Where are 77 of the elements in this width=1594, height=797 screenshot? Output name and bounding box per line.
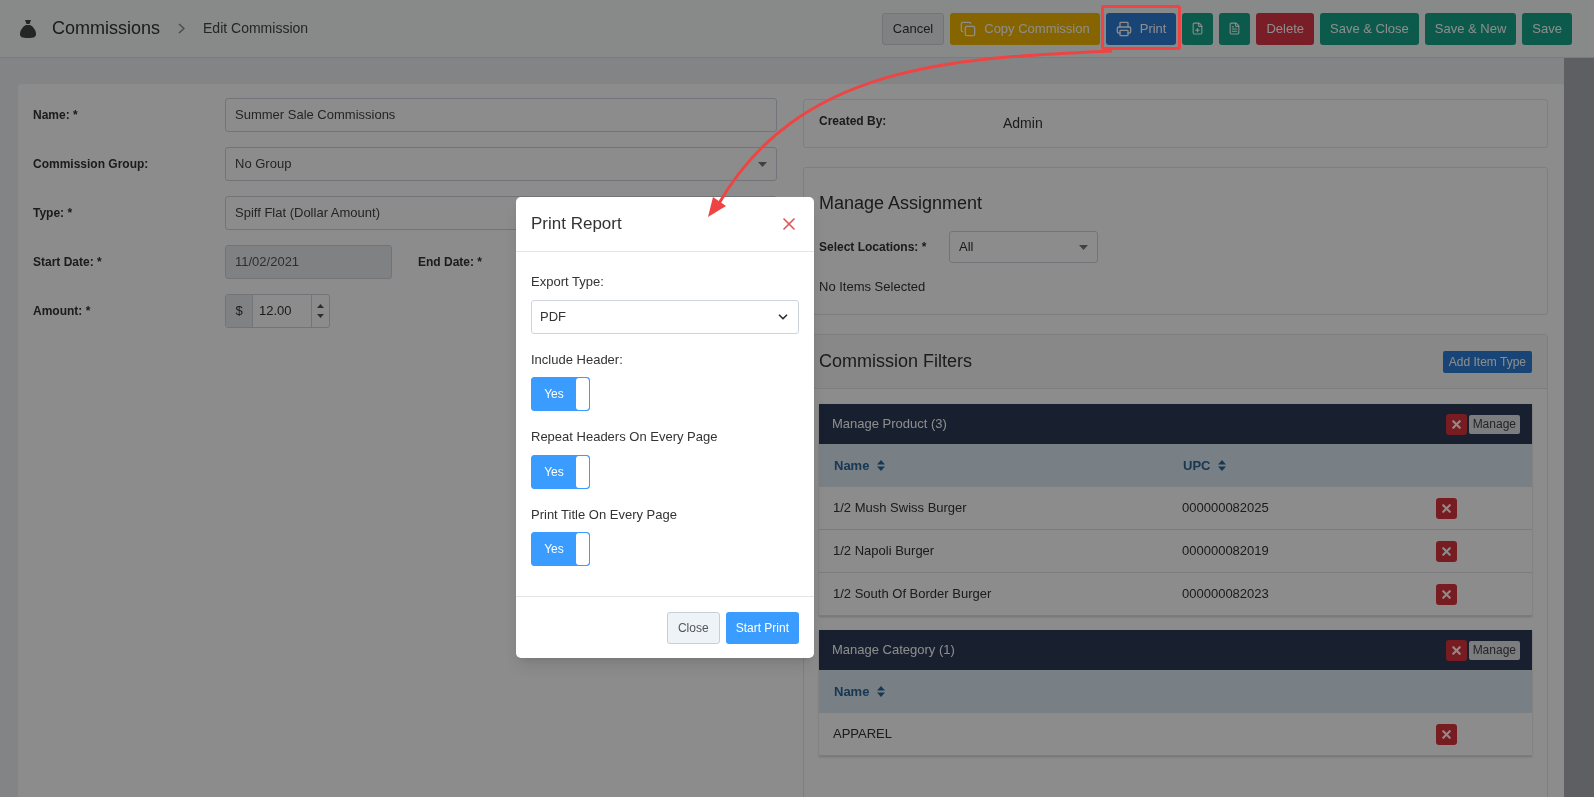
toggle-label: Print Title On Every Page — [531, 505, 678, 524]
delete-row-button[interactable] — [1436, 723, 1457, 745]
field-label: Name: * — [33, 107, 79, 124]
toolbar-button[interactable]: Save & Close — [1320, 12, 1419, 45]
start-print-button[interactable]: Start Print — [725, 611, 799, 644]
delete-row-button[interactable] — [1436, 583, 1457, 605]
remove-button[interactable] — [1445, 413, 1467, 435]
toolbar-button[interactable]: Print — [1105, 12, 1177, 45]
add-item-type-button[interactable]: Add Item Type — [1442, 350, 1532, 373]
table-cell: 1/2 South Of Border Burger — [833, 586, 992, 602]
delete-row-button[interactable] — [1436, 540, 1457, 562]
breadcrumb-text: Edit Commission — [203, 19, 309, 38]
date-field[interactable]: 11/02/2021 — [225, 245, 392, 279]
x-icon — [1440, 587, 1453, 601]
toolbar-button[interactable]: Cancel — [881, 12, 945, 45]
dropdown-arrow-icon — [1079, 244, 1088, 250]
remove-button[interactable] — [1445, 639, 1467, 661]
x-icon — [1440, 544, 1453, 558]
money-bag-icon — [20, 19, 36, 38]
manage-button[interactable]: Manage — [1468, 414, 1520, 434]
select-field[interactable]: No Group — [225, 147, 777, 181]
amount-field[interactable]: $ 12.00 — [225, 294, 330, 328]
column-header[interactable]: UPC — [1183, 455, 1211, 476]
x-icon — [1449, 643, 1463, 657]
sort-icon — [1218, 460, 1227, 471]
x-icon — [1440, 727, 1453, 741]
close-button[interactable]: Close — [666, 611, 720, 644]
copy-icon — [960, 20, 977, 37]
input-field[interactable]: Summer Sale Commissions — [225, 98, 777, 132]
section-title: Manage Assignment — [819, 192, 984, 215]
column-header[interactable]: Name — [834, 681, 870, 702]
toolbar-button[interactable]: Delete — [1256, 12, 1315, 45]
table-cell: 000000082025 — [1182, 500, 1269, 516]
manage-button[interactable]: Manage — [1468, 640, 1520, 660]
table-cell: 1/2 Mush Swiss Burger — [833, 500, 967, 516]
field-label: Export Type: — [531, 273, 605, 291]
table-cell: 1/2 Napoli Burger — [833, 543, 935, 559]
document-icon — [1228, 22, 1242, 35]
toggle-switch[interactable]: Yes — [531, 377, 590, 411]
toolbar-button[interactable]: Save — [1522, 12, 1572, 45]
toggle-switch[interactable]: Yes — [531, 454, 590, 489]
field-label: Created By: — [819, 113, 888, 130]
chevron-icon — [178, 23, 186, 34]
table-cell: 000000082023 — [1182, 586, 1269, 602]
created-by-value: Admin — [1003, 114, 1043, 133]
x-icon — [1449, 417, 1463, 431]
field-label: End Date: * — [418, 254, 482, 271]
sort-icon — [877, 686, 886, 697]
column-header[interactable]: Name — [834, 455, 870, 476]
x-icon — [1440, 501, 1453, 515]
table-title: Manage Product (3) — [832, 415, 948, 434]
file-plus-icon — [1191, 22, 1205, 35]
field-label: Type: * — [33, 205, 74, 222]
toggle-label: Include Header: — [531, 350, 624, 369]
toggle-switch[interactable]: Yes — [531, 532, 590, 566]
field-label: Select Locations: * — [819, 239, 928, 256]
field-label: Start Date: * — [33, 254, 103, 271]
sort-icon — [877, 460, 886, 471]
toggle-label: Repeat Headers On Every Page — [531, 428, 719, 446]
page-title: Commissions — [52, 17, 161, 40]
field-label: Amount: * — [33, 303, 92, 320]
toolbar-button[interactable]: Copy Commission — [950, 12, 1100, 45]
table-title: Manage Category (1) — [832, 641, 956, 660]
select-field[interactable]: All — [949, 231, 1098, 263]
dropdown-arrow-icon — [758, 161, 767, 167]
printer-icon — [1115, 20, 1132, 37]
icon-button[interactable] — [1219, 12, 1251, 45]
section-title: Commission Filters — [819, 350, 974, 373]
table-cell: 000000082019 — [1182, 543, 1269, 559]
delete-row-button[interactable] — [1436, 497, 1457, 519]
table-cell: APPAREL — [833, 726, 892, 742]
export-type-select[interactable]: PDF — [531, 299, 799, 334]
currency-addon: $ — [226, 295, 253, 327]
field-label: Commission Group: — [33, 156, 150, 173]
icon-button[interactable] — [1182, 12, 1214, 45]
empty-text: No Items Selected — [819, 278, 927, 296]
toolbar-button[interactable]: Save & New — [1424, 12, 1517, 45]
